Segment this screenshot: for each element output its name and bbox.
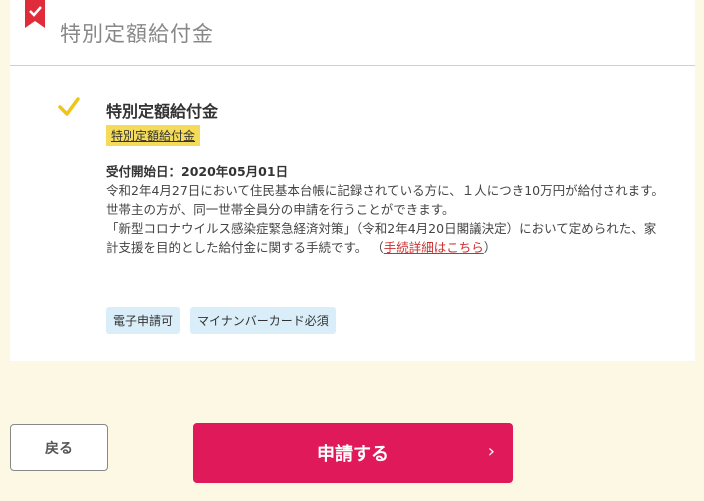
description-paragraph: 世帯主の方が、同一世帯全員分の申請を行うことができます。 [106, 202, 455, 217]
card-title: 特別定額給付金 [60, 22, 214, 46]
badges: 電子申請可 マイナンバーカード必須 [106, 307, 336, 334]
back-button[interactable]: 戻る [10, 424, 108, 471]
checkmark-icon[interactable] [58, 96, 80, 118]
badge-mynumber-required: マイナンバーカード必須 [190, 307, 336, 334]
apply-button[interactable]: 申請する › [193, 423, 513, 483]
link-paren-open: （ [371, 240, 384, 255]
chevron-right-icon: › [487, 441, 495, 462]
item-title: 特別定額給付金 [106, 102, 219, 121]
item-tag-link[interactable]: 特別定額給付金 [106, 125, 201, 146]
description-paragraph: 「新型コロナウイルス感染症緊急経済対策」（令和2年4月20日閣議決定）において定… [106, 219, 666, 257]
apply-button-label: 申請する [317, 444, 389, 465]
start-date: 受付開始日：2020年05月01日 [106, 164, 289, 179]
divider [10, 65, 695, 66]
procedure-details-link[interactable]: 手続詳細はこちら [384, 240, 484, 255]
badge-online-application: 電子申請可 [106, 307, 181, 334]
link-paren-close: ） [483, 240, 497, 255]
description-paragraph: 令和2年4月27日において住民基本台帳に記録されている方に、１人につき10万円が… [106, 183, 664, 198]
item-description: 受付開始日：2020年05月01日 令和2年4月27日において住民基本台帳に記録… [106, 162, 666, 257]
bookmark-check-icon [25, 0, 45, 28]
